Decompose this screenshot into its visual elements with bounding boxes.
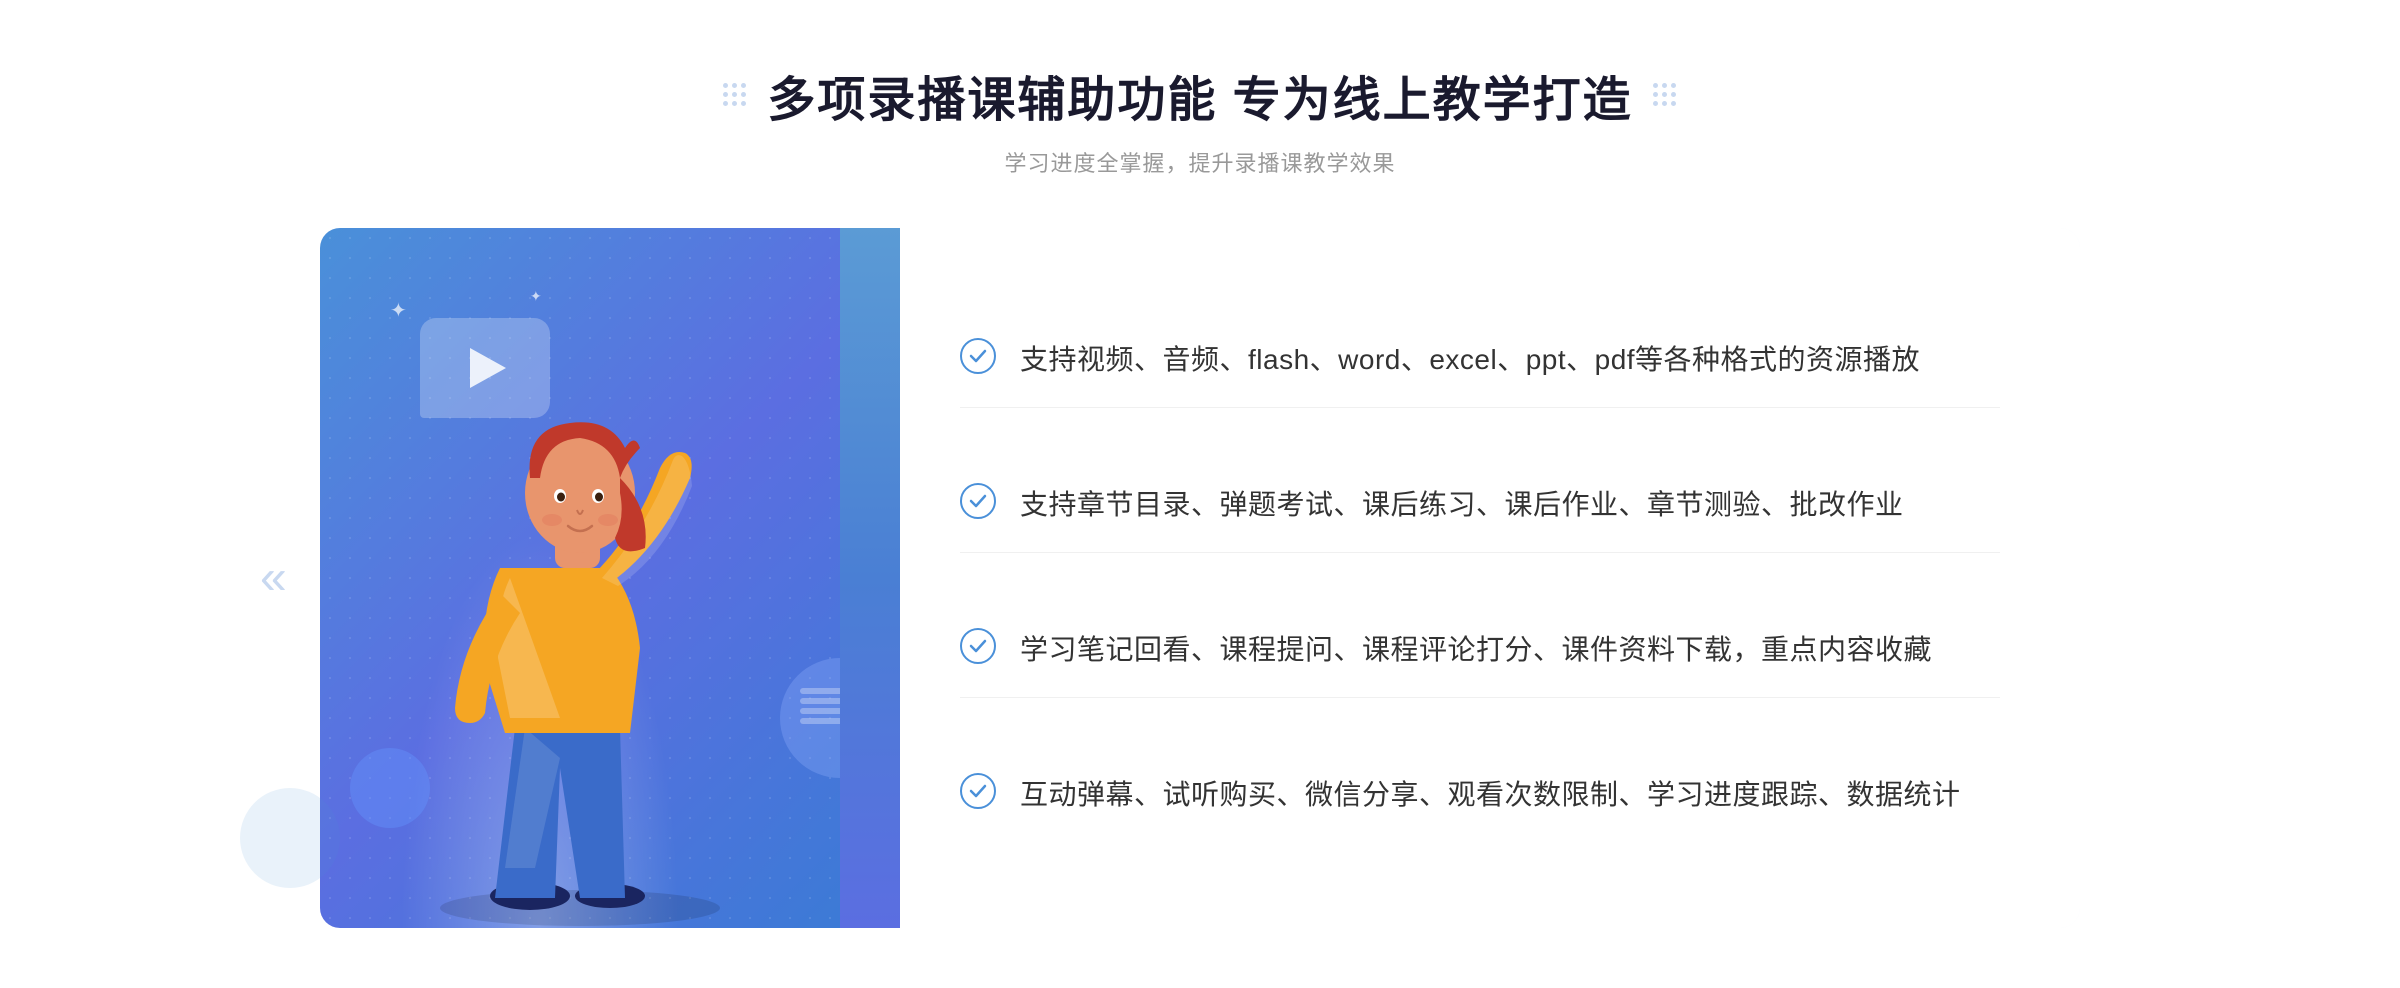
check-circle-2 [960,483,996,519]
right-panel: 支持视频、音频、flash、word、excel、ppt、pdf等各种格式的资源… [880,228,2080,928]
dot [741,101,746,106]
title-row: 多项录播课辅助功能 专为线上教学打造 [723,60,1676,130]
title-left-dots [723,83,747,107]
main-title: 多项录播课辅助功能 专为线上教学打造 [767,60,1632,130]
dot [1671,101,1676,106]
check-icon-2 [967,490,989,512]
connector-strip [840,228,900,928]
dot [732,92,737,97]
title-right-dots [1653,83,1677,107]
content-card: ✦ ✦ [320,228,2080,928]
dot [741,83,746,88]
feature-item-4: 互动弹幕、试听购买、微信分享、观看次数限制、学习进度跟踪、数据统计 [960,749,2000,842]
dot [1662,101,1667,106]
dot [741,92,746,97]
feature-text-1: 支持视频、音频、flash、word、excel、ppt、pdf等各种格式的资源… [1020,338,1920,383]
sparkle-left: ✦ [390,298,407,323]
dot [723,83,728,88]
check-icon-1 [967,345,989,367]
dot [1662,83,1667,88]
header-subtitle: 学习进度全掌握，提升录播课教学效果 [723,146,1676,178]
header-section: 多项录播课辅助功能 专为线上教学打造 学习进度全掌握，提升录播课教学效果 [723,60,1676,178]
page-container: 多项录播课辅助功能 专为线上教学打造 学习进度全掌握，提升录播课教学效果 « [0,60,2400,928]
check-icon-4 [967,780,989,802]
dot [723,101,728,106]
dot [732,83,737,88]
check-circle-1 [960,338,996,374]
dot [1671,83,1676,88]
feature-text-2: 支持章节目录、弹题考试、课后练习、课后作业、章节测验、批改作业 [1020,483,1904,528]
dot [1653,83,1658,88]
card-wrapper: « ✦ ✦ [320,228,2080,928]
dot [1653,92,1658,97]
decorative-circle-bottom-left [240,788,340,888]
dot [732,101,737,106]
dot [1662,92,1667,97]
feature-item-1: 支持视频、音频、flash、word、excel、ppt、pdf等各种格式的资源… [960,314,2000,408]
sparkle-right: ✦ [530,288,542,305]
dot [1671,92,1676,97]
feature-item-2: 支持章节目录、弹题考试、课后练习、课后作业、章节测验、批改作业 [960,459,2000,553]
check-circle-4 [960,773,996,809]
dot [723,92,728,97]
feature-text-3: 学习笔记回看、课程提问、课程评论打分、课件资料下载，重点内容收藏 [1020,628,1932,673]
left-illustration: ✦ ✦ [320,228,880,928]
dot [1653,101,1658,106]
chevron-left-decoration: « [260,551,287,606]
person-illustration [360,348,820,928]
feature-item-3: 学习笔记回看、课程提问、课程评论打分、课件资料下载，重点内容收藏 [960,604,2000,698]
check-circle-3 [960,628,996,664]
feature-text-4: 互动弹幕、试听购买、微信分享、观看次数限制、学习进度跟踪、数据统计 [1020,773,1961,818]
check-icon-3 [967,635,989,657]
